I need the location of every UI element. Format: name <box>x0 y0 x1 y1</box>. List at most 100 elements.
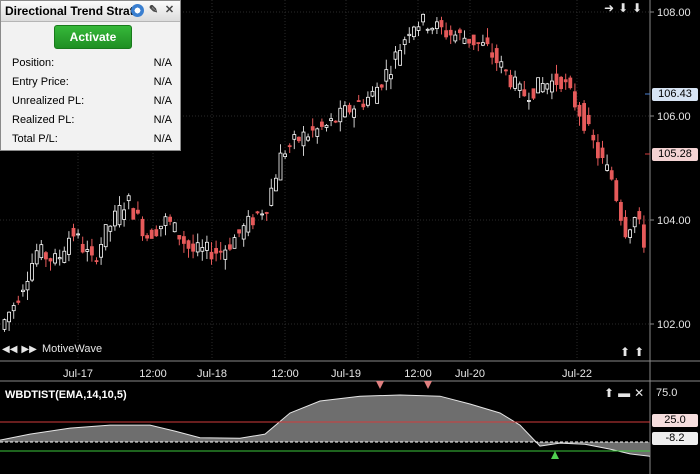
scroll-right-icon[interactable]: ▶▶ <box>21 344 36 355</box>
candle-body <box>292 134 297 140</box>
scroll-left-icon[interactable]: ◀◀ <box>2 344 17 355</box>
candle-body <box>310 126 315 131</box>
arrow-up-icon[interactable]: ⬆ <box>620 345 630 359</box>
candle-body <box>172 222 177 233</box>
candle-body <box>550 80 554 93</box>
candle-body <box>85 249 90 252</box>
candle-body <box>508 74 513 88</box>
candle-body <box>329 118 334 122</box>
candle-body <box>619 201 623 221</box>
candle-body <box>568 77 573 89</box>
candle-body <box>467 38 472 44</box>
stat-row-total-pl: Total P/L: N/A <box>12 130 172 149</box>
zoom-controls: ⬆ ⬆ <box>620 345 644 359</box>
candle-body <box>67 237 71 255</box>
candle-body <box>250 217 255 226</box>
arrow-down-icon[interactable]: ⬇ <box>632 1 642 15</box>
candle-body <box>425 28 430 31</box>
candle-body <box>605 164 609 171</box>
candle-body <box>485 37 490 45</box>
stat-value: N/A <box>153 95 172 107</box>
time-axis-tick: 12:00 <box>139 368 167 380</box>
stat-label: Entry Price: <box>12 76 69 88</box>
candle-body <box>301 131 306 147</box>
candle-body <box>439 20 444 28</box>
candle-body <box>623 216 628 238</box>
settings-gear-icon[interactable] <box>131 4 144 17</box>
candle-body <box>177 235 182 240</box>
stat-label: Realized PL: <box>12 114 75 126</box>
candle-body <box>269 187 274 206</box>
candle-body <box>476 42 481 44</box>
candle-body <box>204 241 209 251</box>
indicator-level-upper: 25.0 <box>652 414 698 427</box>
scroll-controls: ◀◀ ▶▶ <box>2 344 37 355</box>
candle-body <box>384 69 389 82</box>
candle-body <box>232 237 237 249</box>
candle-body <box>140 218 145 237</box>
minimize-icon[interactable]: ▬ <box>618 386 630 400</box>
candle-body <box>154 229 159 237</box>
candle-body <box>62 250 67 263</box>
watermark-label: MotiveWave <box>42 343 103 355</box>
edit-icon[interactable]: ✎ <box>147 4 160 17</box>
candle-body <box>554 73 559 85</box>
candle-body <box>94 260 99 263</box>
activate-button[interactable]: Activate <box>54 25 132 49</box>
panel-title: Directional Trend Strategy <box>5 4 141 18</box>
candle-body <box>306 136 311 141</box>
candle-body <box>287 145 292 148</box>
price-axis-tick: 106.00 <box>657 111 691 123</box>
candle-body <box>145 235 150 239</box>
candle-body <box>319 121 324 127</box>
stat-label: Unrealized PL: <box>12 95 85 107</box>
candle-body <box>246 215 251 233</box>
candle-body <box>444 30 449 38</box>
candle-body <box>379 84 384 88</box>
candle-body <box>90 246 94 256</box>
panel-title-bar[interactable]: Directional Trend Strategy ✎ ✕ <box>1 1 180 22</box>
stat-label: Position: <box>12 57 55 69</box>
candle-body <box>577 104 582 117</box>
candle-body <box>536 77 540 94</box>
candle-body <box>34 250 39 265</box>
candle-body <box>53 253 57 264</box>
candle-body <box>273 177 278 192</box>
candle-body <box>582 103 586 131</box>
arrow-up-icon[interactable]: ⬆ <box>634 345 644 359</box>
arrow-down-icon[interactable]: ⬇ <box>618 1 628 15</box>
candle-body <box>407 33 412 37</box>
candle-body <box>126 195 131 202</box>
candle-body <box>522 89 527 97</box>
indicator-title: WBDTIST(EMA,14,10,5) <box>5 389 127 401</box>
candle-body <box>278 152 283 181</box>
candle-body <box>296 136 301 142</box>
candle-body <box>642 224 646 248</box>
arrow-right-icon[interactable]: ➜ <box>604 1 614 15</box>
candle-body <box>398 50 403 66</box>
candle-body <box>499 61 504 68</box>
candle-body <box>563 79 568 83</box>
time-axis-tick: Jul-18 <box>197 368 227 380</box>
candle-body <box>237 229 242 234</box>
candle-body <box>260 213 265 216</box>
close-icon[interactable]: ✕ <box>163 4 176 17</box>
candle-body <box>57 257 62 260</box>
candle-body <box>191 243 196 252</box>
candle-body <box>80 243 85 253</box>
arrow-up-icon[interactable]: ⬆ <box>604 386 614 400</box>
candle-body <box>342 105 347 118</box>
close-icon[interactable]: ✕ <box>634 386 644 400</box>
candle-body <box>168 216 173 222</box>
indicator-axis-tick: 75.0 <box>656 387 678 399</box>
candle-body <box>333 120 338 123</box>
candle-body <box>44 252 48 260</box>
price-axis-tick: 102.00 <box>657 319 691 331</box>
candle-body <box>402 39 407 45</box>
candle-body <box>365 96 370 106</box>
candle-body <box>324 124 329 128</box>
candle-body <box>600 147 605 159</box>
candle-body <box>30 263 35 281</box>
candle-body <box>283 153 288 157</box>
candle-body <box>2 319 7 330</box>
